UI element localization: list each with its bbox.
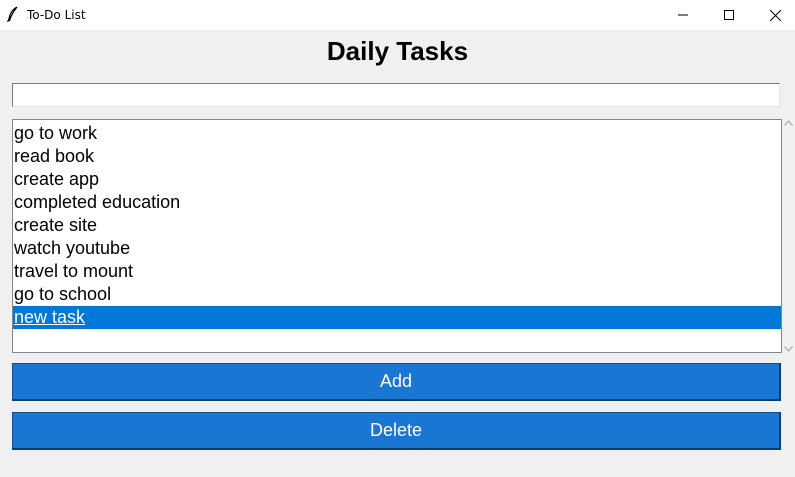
task-list-item[interactable]: read book (13, 145, 781, 168)
window-title: To-Do List (27, 8, 86, 22)
task-list-item[interactable]: travel to mount (13, 260, 781, 283)
close-icon (769, 9, 781, 21)
chevron-down-icon (783, 346, 793, 352)
add-button[interactable]: Add (12, 363, 781, 401)
scroll-down-arrow[interactable] (782, 344, 794, 354)
task-list-item[interactable]: new task (13, 306, 781, 329)
task-input[interactable] (12, 83, 780, 107)
task-listbox[interactable]: go to work read book create app completed e… (12, 119, 782, 353)
chevron-up-icon (783, 120, 793, 126)
delete-button[interactable]: Delete (12, 412, 781, 450)
minimize-button[interactable] (660, 0, 706, 30)
page-title: Daily Tasks (326, 36, 469, 66)
task-list-item[interactable]: completed education (13, 191, 781, 214)
scroll-up-arrow[interactable] (782, 118, 794, 128)
title-bar: To-Do List (0, 0, 795, 30)
task-list-item[interactable]: create site (13, 214, 781, 237)
minimize-icon (678, 14, 688, 16)
maximize-button[interactable] (706, 0, 752, 30)
task-list-item[interactable]: create app (13, 168, 781, 191)
task-list-item[interactable]: go to work (13, 122, 781, 145)
task-list-item[interactable]: go to school (13, 283, 781, 306)
maximize-icon (724, 10, 734, 20)
feather-icon (6, 6, 18, 22)
close-button[interactable] (752, 0, 795, 30)
task-list-item[interactable]: watch youtube (13, 237, 781, 260)
